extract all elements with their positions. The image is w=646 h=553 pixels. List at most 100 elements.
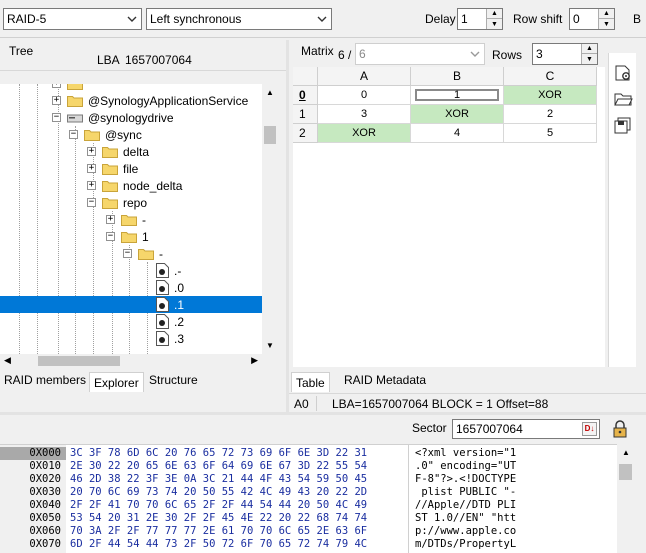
row-header[interactable]: 0	[293, 86, 318, 105]
collapse-toggle-icon[interactable]: −	[69, 130, 78, 139]
tab-raid-members[interactable]: RAID members	[0, 370, 90, 390]
open-folder-icon[interactable]	[613, 89, 633, 109]
scroll-thumb[interactable]	[264, 126, 276, 144]
horizontal-splitter[interactable]	[0, 412, 646, 415]
tab-raid-metadata[interactable]: RAID Metadata	[340, 370, 430, 390]
spin-up-icon[interactable]: ▲	[487, 9, 502, 19]
hex-vertical-scrollbar[interactable]: ▲	[617, 444, 634, 553]
scroll-thumb[interactable]	[38, 356, 120, 366]
expand-toggle-icon[interactable]: +	[87, 147, 96, 156]
go-to-sector-icon[interactable]: D↓	[582, 422, 597, 436]
tree-item[interactable]: − -	[123, 245, 163, 262]
hex-ascii-row[interactable]: .0" encoding="UT	[415, 460, 516, 473]
hex-ascii-row[interactable]: ST 1.0//EN" "htt	[415, 512, 516, 525]
tab-table[interactable]: Table	[291, 372, 330, 392]
hex-ascii-row[interactable]: p://www.apple.co	[415, 525, 516, 538]
hex-bytes-row[interactable]: 46 2D 38 22 3F 3E 0A 3C 21 44 4F 43 54 5…	[70, 473, 367, 486]
hex-bytes-row[interactable]: 2E 30 22 20 65 6E 63 6F 64 69 6E 67 3D 2…	[70, 460, 367, 473]
column-header[interactable]: A	[318, 67, 411, 86]
hex-view[interactable]: 0X000 0X010 0X020 0X030 0X040 0X050 0X06…	[0, 444, 617, 553]
scroll-up-icon[interactable]: ▲	[622, 448, 630, 457]
tree-item[interactable]: − 1	[106, 228, 149, 245]
scroll-left-icon[interactable]: ◀	[4, 355, 11, 366]
tree-item[interactable]: + node_delta	[87, 177, 182, 194]
grid-cell-selected[interactable]: 1	[411, 86, 504, 105]
collapse-toggle-icon[interactable]: −	[106, 232, 115, 241]
spin-down-icon[interactable]: ▼	[487, 19, 502, 29]
lock-icon[interactable]	[612, 420, 628, 438]
save-disk-icon[interactable]	[613, 115, 633, 135]
tree-item[interactable]: + -	[106, 211, 146, 228]
column-header[interactable]: C	[504, 67, 597, 86]
hex-ascii-row[interactable]: F-8"?>.<!DOCTYPE	[415, 473, 516, 486]
expand-toggle-icon[interactable]: +	[106, 215, 115, 224]
raid-type-select[interactable]: RAID-5	[3, 8, 142, 30]
grid-cell-parity[interactable]: XOR	[411, 105, 504, 124]
tree-item[interactable]: − repo	[87, 194, 147, 211]
grid-cell[interactable]: 5	[504, 124, 597, 143]
grid-cell[interactable]: 0	[318, 86, 411, 105]
row-shift-spin-buttons[interactable]: ▲ ▼	[598, 9, 614, 29]
layout-select[interactable]: Left synchronous	[146, 8, 332, 30]
grid-cell[interactable]: 3	[318, 105, 411, 124]
tree-horizontal-scrollbar[interactable]: ◀ ▶	[0, 354, 262, 368]
hex-ascii-row[interactable]: m/DTDs/PropertyL	[415, 538, 516, 551]
tree-item[interactable]: + delta	[87, 143, 149, 160]
row-header[interactable]: 2	[293, 124, 318, 143]
hex-address: 0X020	[29, 473, 61, 485]
rows-spin-buttons[interactable]: ▲ ▼	[581, 44, 597, 64]
scroll-down-icon[interactable]: ▼	[266, 341, 274, 350]
grid-cell-parity[interactable]: XOR	[504, 86, 597, 105]
spin-down-icon[interactable]: ▼	[599, 19, 614, 29]
scroll-thumb[interactable]	[619, 464, 632, 480]
expand-toggle-icon[interactable]: +	[52, 84, 61, 88]
row-shift-stepper[interactable]: 0 ▲ ▼	[569, 8, 615, 30]
scroll-right-icon[interactable]: ▶	[251, 355, 258, 366]
tree-item[interactable]: + file	[87, 160, 138, 177]
row-header[interactable]: 1	[293, 105, 318, 124]
grid-cell[interactable]: 4	[411, 124, 504, 143]
collapse-toggle-icon[interactable]: −	[87, 198, 96, 207]
scroll-up-icon[interactable]: ▲	[266, 88, 274, 97]
tree-item-selected[interactable]: .1	[156, 296, 184, 313]
column-header[interactable]: B	[411, 67, 504, 86]
grid-cell-parity[interactable]: XOR	[318, 124, 411, 143]
spin-up-icon[interactable]: ▲	[582, 44, 597, 54]
hex-ascii-row[interactable]: <?xml version="1	[415, 447, 516, 460]
hex-bytes-row[interactable]: 53 54 20 31 2E 30 2F 2F 45 4E 22 20 22 6…	[70, 512, 367, 525]
tab-structure[interactable]: Structure	[145, 370, 202, 390]
hex-ascii-row[interactable]: //Apple//DTD PLI	[415, 499, 516, 512]
tree-item[interactable]: .0	[156, 279, 184, 296]
hex-bytes-row[interactable]: 3C 3F 78 6D 6C 20 76 65 72 73 69 6F 6E 3…	[70, 447, 367, 460]
tree-item[interactable]: + @SynologyApplicationService	[52, 92, 248, 109]
spin-down-icon[interactable]: ▼	[582, 54, 597, 64]
tree-item[interactable]: .2	[156, 313, 184, 330]
expand-toggle-icon[interactable]: +	[87, 181, 96, 190]
hex-bytes-row[interactable]: 70 3A 2F 2F 77 77 77 2E 61 70 70 6C 65 2…	[70, 525, 367, 538]
hex-bytes-row[interactable]: 2F 2F 41 70 70 6C 65 2F 2F 44 54 44 20 5…	[70, 499, 367, 512]
vertical-splitter[interactable]	[286, 40, 289, 412]
hex-bytes-row[interactable]: 20 70 6C 69 73 74 20 50 55 42 4C 49 43 2…	[70, 486, 367, 499]
tab-explorer[interactable]: Explorer	[89, 372, 144, 392]
tree-item[interactable]: − @synologydrive	[52, 109, 174, 126]
tree-vertical-scrollbar[interactable]: ▲ ▼	[262, 84, 278, 354]
collapse-toggle-icon[interactable]: −	[123, 249, 132, 258]
delay-spin-buttons[interactable]: ▲ ▼	[486, 9, 502, 29]
delay-stepper[interactable]: 1 ▲ ▼	[457, 8, 503, 30]
matrix-grid[interactable]: A B C 0 1 2 0 1 XOR 3 XOR 2 XOR 4 5	[293, 67, 605, 367]
tree-item[interactable]: − @sync	[69, 126, 142, 143]
tree-item[interactable]: .3	[156, 330, 184, 347]
collapse-toggle-icon[interactable]: −	[52, 113, 61, 122]
matrix-select[interactable]: 6	[355, 43, 485, 65]
expand-toggle-icon[interactable]: +	[87, 164, 96, 173]
spin-up-icon[interactable]: ▲	[599, 9, 614, 19]
hex-bytes-row[interactable]: 6D 2F 44 54 44 73 2F 50 72 6F 70 65 72 7…	[70, 538, 367, 551]
tree-item[interactable]: .-	[156, 262, 181, 279]
settings-gear-icon[interactable]	[613, 63, 633, 83]
expand-toggle-icon[interactable]: +	[52, 96, 61, 105]
hex-ascii-row[interactable]: plist PUBLIC "-	[415, 486, 516, 499]
tree-view[interactable]: + + @SynologyApplicationService − @synol…	[0, 84, 262, 354]
sector-input[interactable]: 1657007064 D↓	[452, 419, 600, 439]
rows-stepper[interactable]: 3 ▲ ▼	[532, 43, 598, 65]
grid-cell[interactable]: 2	[504, 105, 597, 124]
